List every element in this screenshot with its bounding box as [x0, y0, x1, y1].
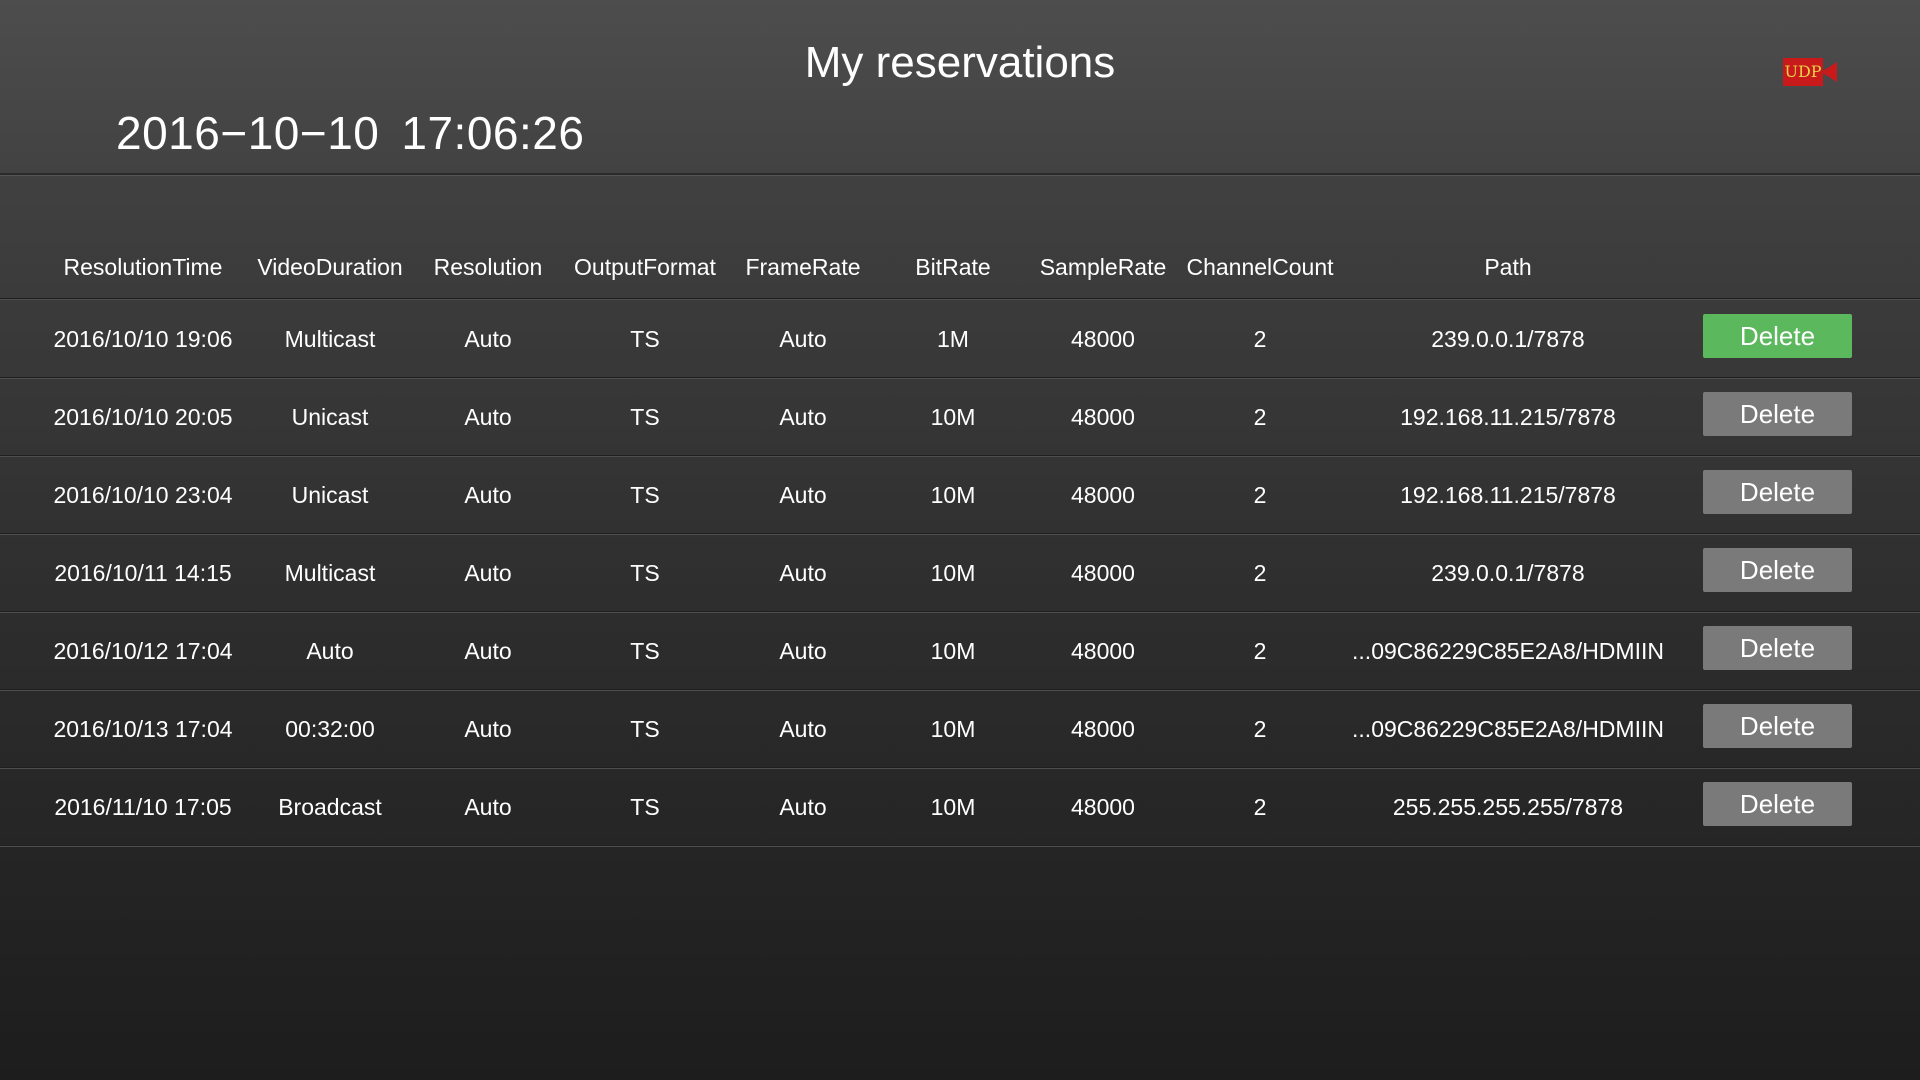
- col-output-format-cell: TS: [630, 638, 660, 664]
- col-sample-rate-cell: 48000: [1071, 404, 1135, 430]
- col-resolution-cell: Auto: [464, 794, 512, 820]
- col-resolution-time-cell: 2016/10/10 20:05: [53, 404, 233, 430]
- col-resolution-cell: Auto: [464, 560, 512, 586]
- header-col-resolution: Resolution: [433, 254, 543, 280]
- col-output-format-cell: TS: [630, 482, 660, 508]
- col-path-cell: ...09C86229C85E2A8/HDMIIN: [1352, 638, 1664, 664]
- col-channel-count-cell: 2: [1253, 794, 1267, 820]
- header-col-sample-rate: SampleRate: [1039, 254, 1167, 280]
- col-output-format-cell: TS: [630, 794, 660, 820]
- table-row: 2016/10/10 20:05 Unicast Auto TS Auto 10M 4800…: [0, 378, 1920, 456]
- col-frame-rate-cell: Auto: [779, 326, 827, 352]
- page-title: My reservations: [804, 38, 1116, 87]
- delete-button[interactable]: Delete: [1703, 548, 1852, 592]
- col-sample-rate-cell: 48000: [1071, 326, 1135, 352]
- col-output-format-cell: TS: [630, 716, 660, 742]
- table-row: 2016/10/13 17:04 00:32:00 Auto TS Auto 10M 480…: [0, 690, 1920, 768]
- col-path-cell: 239.0.0.1/7878: [1431, 560, 1585, 586]
- col-path-cell: 239.0.0.1/7878: [1431, 326, 1585, 352]
- col-path-cell: 255.255.255.255/7878: [1392, 794, 1624, 820]
- col-path-cell: ...09C86229C85E2A8/HDMIIN: [1352, 716, 1664, 742]
- col-video-duration-cell: 00:32:00: [285, 716, 375, 742]
- header-col-path: Path: [1484, 254, 1532, 280]
- header-col-output-format: OutputFormat: [574, 254, 716, 280]
- col-resolution-cell: Auto: [464, 326, 512, 352]
- col-resolution-time-cell: 2016/10/13 17:04: [53, 716, 233, 742]
- col-channel-count-cell: 2: [1253, 482, 1267, 508]
- col-channel-count-cell: 2: [1253, 404, 1267, 430]
- reservations-table: ResolutionTime VideoDuration Resolution Out…: [0, 236, 1920, 847]
- col-resolution-cell: Auto: [464, 482, 512, 508]
- col-resolution-time-cell: 2016/10/12 17:04: [53, 638, 233, 664]
- col-output-format-cell: TS: [630, 404, 660, 430]
- col-sample-rate-cell: 48000: [1071, 482, 1135, 508]
- clock: 2016−10−10 17:06:26: [116, 106, 606, 160]
- col-frame-rate-cell: Auto: [779, 404, 827, 430]
- col-bit-rate-cell: 1M: [937, 326, 969, 352]
- header-col-bit-rate: BitRate: [915, 254, 991, 280]
- col-channel-count-cell: 2: [1253, 638, 1267, 664]
- col-frame-rate-cell: Auto: [779, 560, 827, 586]
- col-video-duration-cell: Multicast: [284, 326, 376, 352]
- table-header: ResolutionTime VideoDuration Resolution Out…: [0, 236, 1920, 300]
- col-resolution-cell: Auto: [464, 404, 512, 430]
- delete-button[interactable]: Delete: [1703, 626, 1852, 670]
- col-output-format-cell: TS: [630, 326, 660, 352]
- col-video-duration-cell: Auto: [306, 638, 354, 664]
- col-channel-count-cell: 2: [1253, 560, 1267, 586]
- delete-button[interactable]: Delete: [1703, 392, 1852, 436]
- table-row: 2016/10/10 23:04 Unicast Auto TS Auto 10M 4800…: [0, 456, 1920, 534]
- col-output-format-cell: TS: [630, 560, 660, 586]
- col-sample-rate-cell: 48000: [1071, 560, 1135, 586]
- col-resolution-time-cell: 2016/10/10 23:04: [53, 482, 233, 508]
- col-frame-rate-cell: Auto: [779, 638, 827, 664]
- table-row: 2016/11/10 17:05 Broadcast Auto TS Auto 10M 48…: [0, 768, 1920, 846]
- row-divider: [0, 845, 1920, 847]
- header-col-resolution-time: ResolutionTime: [63, 254, 223, 280]
- col-sample-rate-cell: 48000: [1071, 716, 1135, 742]
- col-channel-count-cell: 2: [1253, 326, 1267, 352]
- clock-time: 17:06:26: [401, 107, 585, 159]
- col-video-duration-cell: Broadcast: [278, 794, 382, 820]
- col-video-duration-cell: Unicast: [291, 482, 369, 508]
- col-frame-rate-cell: Auto: [779, 716, 827, 742]
- clock-date: 2016−10−10: [116, 107, 380, 159]
- col-bit-rate-cell: 10M: [930, 716, 976, 742]
- table-row: 2016/10/11 14:15 Multicast Auto TS Auto 10M 48…: [0, 534, 1920, 612]
- delete-button[interactable]: Delete: [1703, 314, 1852, 358]
- delete-button[interactable]: Delete: [1703, 470, 1852, 514]
- col-bit-rate-cell: 10M: [930, 560, 976, 586]
- col-sample-rate-cell: 48000: [1071, 638, 1135, 664]
- col-frame-rate-cell: Auto: [779, 794, 827, 820]
- col-resolution-time-cell: 2016/10/10 19:06: [53, 326, 233, 352]
- col-video-duration-cell: Multicast: [284, 560, 376, 586]
- header-col-channel-count: ChannelCount: [1186, 254, 1334, 280]
- udp-badge-label: UDP: [1783, 58, 1823, 86]
- header-divider-highlight: [0, 175, 1920, 176]
- delete-button[interactable]: Delete: [1703, 782, 1852, 826]
- col-channel-count-cell: 2: [1253, 716, 1267, 742]
- col-resolution-time-cell: 2016/11/10 17:05: [54, 794, 232, 820]
- col-path-cell: 192.168.11.215/7878: [1400, 482, 1616, 508]
- col-resolution-cell: Auto: [464, 638, 512, 664]
- col-sample-rate-cell: 48000: [1071, 794, 1135, 820]
- col-path-cell: 192.168.11.215/7878: [1400, 404, 1616, 430]
- udp-badge-icon: UDP: [1783, 58, 1837, 86]
- col-bit-rate-cell: 10M: [930, 794, 976, 820]
- col-resolution-cell: Auto: [464, 716, 512, 742]
- header-col-video-duration: VideoDuration: [257, 254, 403, 280]
- col-video-duration-cell: Unicast: [291, 404, 369, 430]
- col-bit-rate-cell: 10M: [930, 404, 976, 430]
- table-row: 2016/10/12 17:04 Auto Auto TS Auto 10M 48000 2.…: [0, 612, 1920, 690]
- col-bit-rate-cell: 10M: [930, 482, 976, 508]
- col-bit-rate-cell: 10M: [930, 638, 976, 664]
- col-frame-rate-cell: Auto: [779, 482, 827, 508]
- col-resolution-time-cell: 2016/10/11 14:15: [54, 560, 232, 586]
- header-col-frame-rate: FrameRate: [745, 254, 861, 280]
- udp-badge-arrow: [1821, 62, 1837, 82]
- delete-button[interactable]: Delete: [1703, 704, 1852, 748]
- table-row: 2016/10/10 19:06 Multicast Auto TS Auto 1M 480…: [0, 300, 1920, 378]
